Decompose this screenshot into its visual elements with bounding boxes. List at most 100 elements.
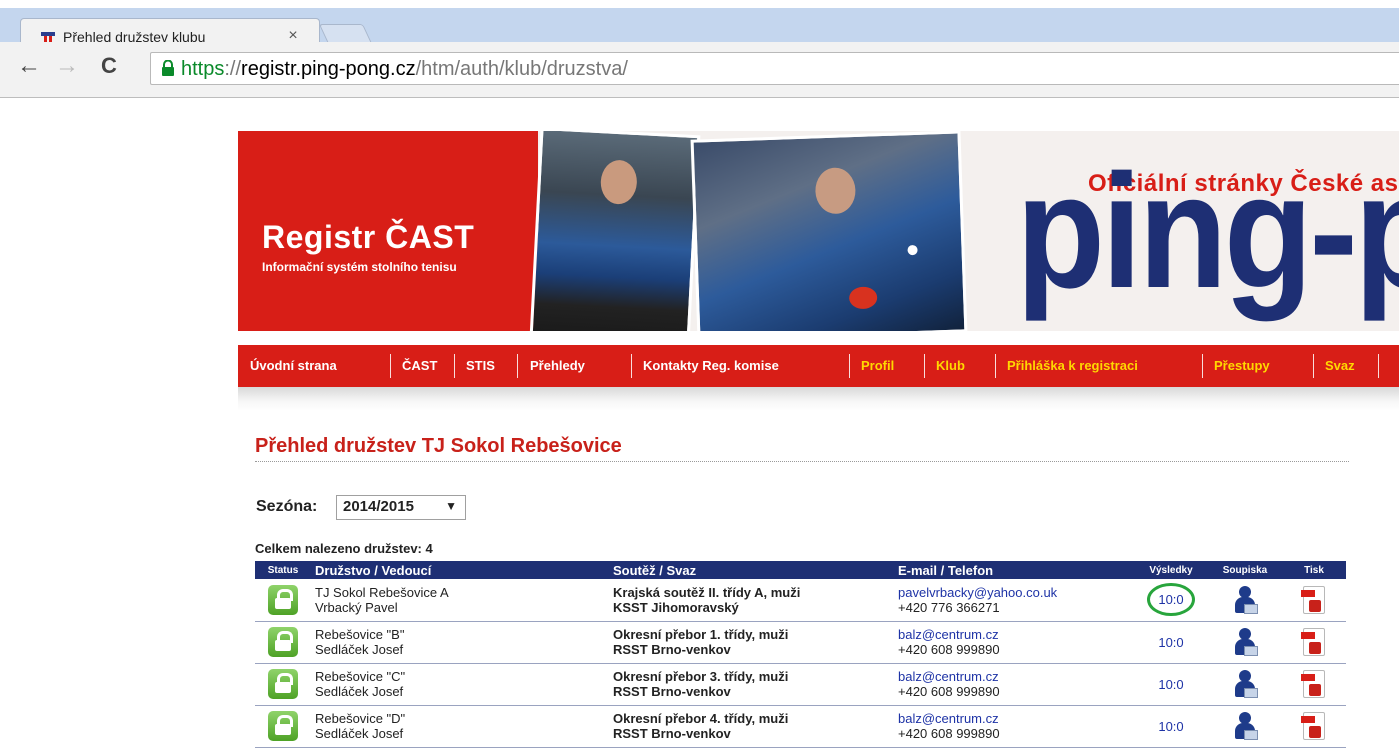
email-link[interactable]: balz@centrum.cz <box>898 669 1130 684</box>
forward-arrow-icon[interactable]: → <box>54 54 80 78</box>
ping-pong-logo: ping-pon <box>1016 141 1399 322</box>
nav-separator <box>924 354 925 378</box>
roster-icon[interactable] <box>1230 626 1260 658</box>
email-link[interactable]: balz@centrum.cz <box>898 711 1130 726</box>
league-name: Krajská soutěž II. třídy A, muži <box>613 584 801 600</box>
roster-icon[interactable] <box>1230 668 1260 700</box>
table-row: Rebešovice "D" Sedláček Josef Okresní př… <box>255 705 1346 748</box>
top-edge <box>0 0 1399 8</box>
nav-separator <box>631 354 632 378</box>
ball-icon <box>907 244 918 256</box>
team-leader: Vrbacký Pavel <box>315 599 398 615</box>
unlocked-status-icon <box>268 627 298 657</box>
address-toolbar: ← → C https://registr.ping-pong.cz/htm/a… <box>0 42 1399 98</box>
union-name: RSST Brno-venkov <box>613 642 731 657</box>
teams-table: Status Družstvo / Vedoucí Soutěž / Svaz … <box>255 561 1346 748</box>
col-contact: E-mail / Telefon <box>894 561 1134 579</box>
season-value: 2014/2015 <box>343 498 414 515</box>
league-name: Okresní přebor 1. třídy, muži <box>613 627 789 642</box>
table-row: TJ Sokol Rebešovice A Vrbacký Pavel Kraj… <box>255 579 1346 622</box>
phone-number: +420 608 999890 <box>898 684 1000 699</box>
col-print: Tisk <box>1282 561 1346 579</box>
col-roster: Soupiska <box>1208 561 1282 579</box>
col-team: Družstvo / Vedoucí <box>311 561 609 579</box>
email-link[interactable]: balz@centrum.cz <box>898 627 1130 642</box>
nav-separator <box>454 354 455 378</box>
nav-separator <box>995 354 996 378</box>
season-label: Sezóna: <box>256 498 318 515</box>
results-link[interactable]: 10:0 <box>1147 583 1195 617</box>
nav-cast[interactable]: ČAST <box>402 358 437 373</box>
nav-separator <box>517 354 518 378</box>
union-name: RSST Brno-venkov <box>613 726 731 741</box>
nav-home[interactable]: Úvodní strana <box>250 358 337 373</box>
league-name: Okresní přebor 3. třídy, muži <box>613 669 789 684</box>
team-leader: Sedláček Josef <box>315 726 404 741</box>
season-select[interactable]: 2014/2015 ▼ <box>336 495 466 520</box>
team-name: Rebešovice "D" <box>315 711 406 726</box>
union-name: KSST Jihomoravský <box>613 599 739 615</box>
table-row: Rebešovice "C" Sedláček Josef Okresní př… <box>255 663 1346 706</box>
main-nav: Úvodní strana ČAST STIS Přehledy Kontakt… <box>238 345 1399 387</box>
unlocked-status-icon <box>268 711 298 741</box>
nav-separator <box>390 354 391 378</box>
player-photo-2 <box>690 131 968 331</box>
nav-separator <box>1313 354 1314 378</box>
dropdown-arrow-icon: ▼ <box>445 499 457 513</box>
phone-number: +420 608 999890 <box>898 726 1000 741</box>
union-name: RSST Brno-venkov <box>613 684 731 699</box>
paddle-icon <box>848 286 878 310</box>
email-link[interactable]: pavelvrbacky@yahoo.co.uk <box>898 585 1130 600</box>
nav-union[interactable]: Svaz <box>1325 358 1355 373</box>
page-title: Přehled družstev TJ Sokol Rebešovice <box>255 435 622 457</box>
team-leader: Sedláček Josef <box>315 684 404 699</box>
nav-overviews[interactable]: Přehledy <box>530 358 585 373</box>
col-league: Soutěž / Svaz <box>609 561 894 579</box>
nav-transfers[interactable]: Přestupy <box>1214 358 1270 373</box>
unlocked-status-icon <box>268 669 298 699</box>
photo-head <box>599 159 638 206</box>
pdf-icon[interactable] <box>1301 712 1325 740</box>
col-status: Status <box>255 561 311 579</box>
table-row: Rebešovice "B" Sedláček Josef Okresní př… <box>255 621 1346 664</box>
col-results: Výsledky <box>1134 561 1208 579</box>
nav-profile[interactable]: Profil <box>861 358 894 373</box>
photo-head-2 <box>814 167 857 215</box>
result-count: Celkem nalezeno družstev: 4 <box>255 541 433 556</box>
league-name: Okresní přebor 4. třídy, muži <box>613 711 789 726</box>
team-name: Rebešovice "C" <box>315 669 406 684</box>
url-input[interactable]: https://registr.ping-pong.cz/htm/auth/kl… <box>150 52 1399 85</box>
roster-icon[interactable] <box>1230 710 1260 742</box>
nav-registration[interactable]: Přihláška k registraci <box>1007 358 1138 373</box>
results-link[interactable]: 10:0 <box>1150 713 1191 740</box>
team-name: TJ Sokol Rebešovice A <box>315 584 449 600</box>
back-arrow-icon[interactable]: ← <box>16 54 42 78</box>
nav-club[interactable]: Klub <box>936 358 965 373</box>
nav-shadow <box>238 387 1399 411</box>
results-link[interactable]: 10:0 <box>1150 671 1191 698</box>
tab-strip: Přehled družstev klubu × <box>0 8 1399 52</box>
url-text: https://registr.ping-pong.cz/htm/auth/kl… <box>181 58 628 80</box>
pdf-icon[interactable] <box>1301 585 1325 614</box>
banner-red-panel: Registr ČAST Informační systém stolního … <box>238 131 538 331</box>
roster-icon[interactable] <box>1230 584 1260 616</box>
nav-separator <box>1378 354 1379 378</box>
reload-icon[interactable]: C <box>96 54 122 78</box>
nav-stis[interactable]: STIS <box>466 358 495 373</box>
lock-icon <box>162 60 174 76</box>
nav-separator <box>1202 354 1203 378</box>
nav-contacts[interactable]: Kontakty Reg. komise <box>643 358 779 373</box>
results-link[interactable]: 10:0 <box>1150 629 1191 656</box>
phone-number: +420 608 999890 <box>898 642 1000 657</box>
unlocked-status-icon <box>268 584 298 615</box>
phone-number: +420 776 366271 <box>898 599 1000 615</box>
player-photo <box>529 131 701 331</box>
pdf-icon[interactable] <box>1301 670 1325 698</box>
brand-title: Registr ČAST <box>262 219 475 255</box>
site-banner: Registr ČAST Informační systém stolního … <box>238 131 1399 331</box>
team-name: Rebešovice "B" <box>315 627 405 642</box>
nav-separator <box>849 354 850 378</box>
table-header-row: Status Družstvo / Vedoucí Soutěž / Svaz … <box>255 561 1346 579</box>
brand-subtitle: Informační systém stolního tenisu <box>262 260 457 274</box>
pdf-icon[interactable] <box>1301 628 1325 656</box>
